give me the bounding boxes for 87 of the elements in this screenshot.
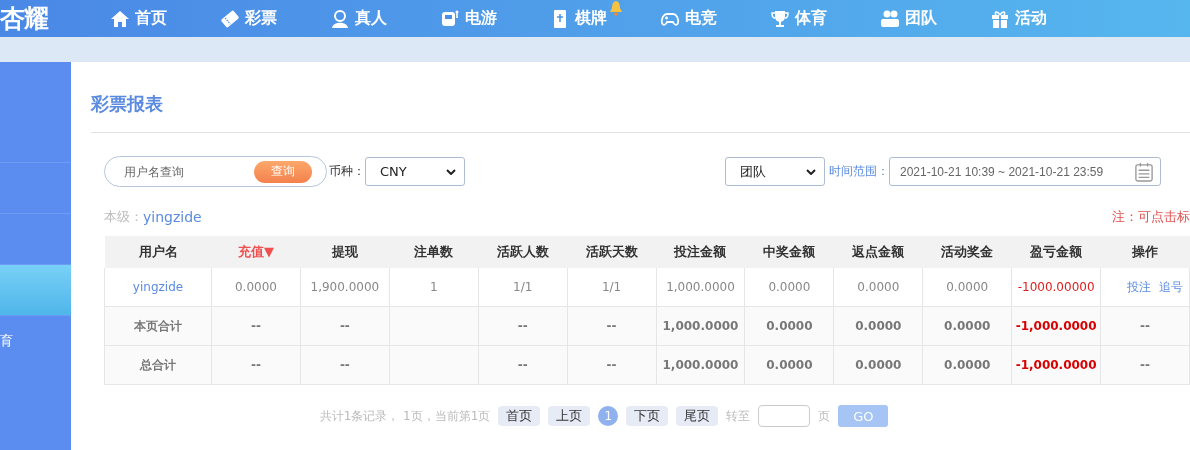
column-header[interactable]: 提现 bbox=[300, 236, 390, 268]
table-cell: 1,900.0000 bbox=[310, 280, 380, 294]
sidebar-item[interactable] bbox=[0, 265, 71, 316]
level-label: 本级： bbox=[104, 208, 143, 226]
pagination-summary: 共计1条记录， 1页，当前第1页 bbox=[319, 407, 491, 425]
column-header[interactable]: 活动奖金 bbox=[922, 236, 1012, 268]
nav-item[interactable]: 电游 bbox=[440, 0, 550, 37]
slot-machine-icon bbox=[440, 8, 460, 29]
trophy-icon bbox=[770, 8, 790, 29]
page-button[interactable]: 上页 bbox=[548, 406, 591, 426]
nav-item[interactable]: 团队 bbox=[880, 0, 990, 37]
table-cell: -- bbox=[339, 358, 350, 372]
nav-item[interactable]: 棋牌 bbox=[550, 0, 660, 37]
column-header[interactable]: 注单数 bbox=[389, 236, 479, 268]
gift-icon bbox=[990, 8, 1010, 29]
table-cell: -- bbox=[606, 358, 617, 372]
table-cell: -1,000.0000 bbox=[1015, 319, 1097, 333]
column-header[interactable]: 操作 bbox=[1100, 236, 1190, 268]
table-cell: 1 bbox=[429, 280, 438, 294]
username-link[interactable]: yingzide bbox=[132, 280, 184, 294]
search-button[interactable]: 查询 bbox=[254, 160, 312, 183]
table-cell: 0.0000 bbox=[944, 358, 991, 372]
column-header[interactable]: 活跃人数 bbox=[478, 236, 568, 268]
table-cell: -1,000.0000 bbox=[1015, 358, 1097, 372]
note-text: 注：可点击标 bbox=[1112, 208, 1190, 226]
page-number[interactable]: 1 bbox=[598, 406, 619, 426]
column-header[interactable]: 活跃天数 bbox=[567, 236, 657, 268]
home-icon bbox=[110, 8, 130, 29]
page-input[interactable] bbox=[758, 405, 811, 427]
column-header[interactable]: 用户名 bbox=[104, 236, 212, 268]
table-cell: -- bbox=[339, 319, 350, 333]
action-link[interactable]: 投注 bbox=[1127, 279, 1151, 294]
calendar-icon bbox=[1135, 161, 1153, 182]
table-cell: 0.0000 bbox=[766, 358, 813, 372]
row-label: 总合计 bbox=[140, 357, 176, 372]
currency-select[interactable]: CNY bbox=[365, 157, 465, 186]
row-label: 本页合计 bbox=[134, 318, 182, 333]
goto-label: 转至 bbox=[726, 407, 751, 425]
table-cell: 1,000.0000 bbox=[662, 358, 739, 372]
page-title: 彩票报表 bbox=[91, 92, 164, 116]
table-cell: 0.0000 bbox=[234, 280, 277, 294]
time-range-label: 时间范围： bbox=[829, 163, 889, 180]
scope-select[interactable]: 团队 bbox=[725, 157, 825, 186]
table-cell: -- bbox=[250, 358, 261, 372]
table-cell: 0.0000 bbox=[855, 358, 902, 372]
table-cell: 1/1 bbox=[513, 280, 533, 294]
table-cell: -- bbox=[517, 319, 528, 333]
table-cell: 0.0000 bbox=[857, 280, 900, 294]
page-button[interactable]: 首页 bbox=[498, 406, 541, 426]
column-header[interactable]: 投注金额 bbox=[656, 236, 745, 268]
nav-item[interactable]: 体育 bbox=[770, 0, 880, 37]
action-link[interactable]: 追号 bbox=[1159, 279, 1183, 294]
table-cell: -- bbox=[250, 319, 261, 333]
table-cell: 0.0000 bbox=[944, 319, 991, 333]
column-header[interactable]: 盈亏金额 bbox=[1011, 236, 1101, 268]
person-icon bbox=[330, 8, 350, 29]
table-cell: -- bbox=[1140, 319, 1150, 333]
page-button[interactable]: 下页 bbox=[626, 406, 669, 426]
table-cell: 1,000.0000 bbox=[662, 319, 739, 333]
table-cell: 0.0000 bbox=[946, 280, 989, 294]
sidebar-item[interactable]: 育 bbox=[0, 316, 71, 366]
level-user: yingzide bbox=[143, 209, 202, 225]
table-cell: 0.0000 bbox=[766, 319, 813, 333]
table-cell: -- bbox=[1140, 358, 1150, 372]
table-cell: 0.0000 bbox=[768, 280, 811, 294]
column-header[interactable]: 充值▼ bbox=[211, 236, 301, 268]
table-cell: -- bbox=[606, 319, 617, 333]
nav-item[interactable]: 活动 bbox=[990, 0, 1100, 37]
page-unit-label: 页 bbox=[818, 407, 831, 425]
logo[interactable]: 杏耀 bbox=[0, 2, 66, 35]
column-header[interactable]: 返点金额 bbox=[833, 236, 923, 268]
table-cell: 0.0000 bbox=[855, 319, 902, 333]
date-range-field[interactable]: 2021-10-21 10:39 ~ 2021-10-21 23:59 bbox=[889, 157, 1161, 186]
chevron-down-icon bbox=[806, 168, 816, 175]
chevron-down-icon bbox=[446, 168, 456, 175]
page-button[interactable]: 尾页 bbox=[676, 406, 719, 426]
nav-item[interactable]: 首页 bbox=[110, 0, 220, 37]
table-cell: 1/1 bbox=[601, 280, 622, 294]
nav-item[interactable]: 电竞 bbox=[660, 0, 770, 37]
nav-item[interactable]: 真人 bbox=[330, 0, 440, 37]
nav-item[interactable]: 彩票 bbox=[220, 0, 330, 37]
currency-label: 币种： bbox=[329, 163, 365, 180]
table-cell: -- bbox=[517, 358, 528, 372]
table-cell: 1,000.0000 bbox=[666, 280, 735, 294]
table-cell: -1000.00000 bbox=[1017, 280, 1095, 294]
column-header[interactable]: 中奖金额 bbox=[744, 236, 834, 268]
team-icon bbox=[880, 8, 900, 29]
